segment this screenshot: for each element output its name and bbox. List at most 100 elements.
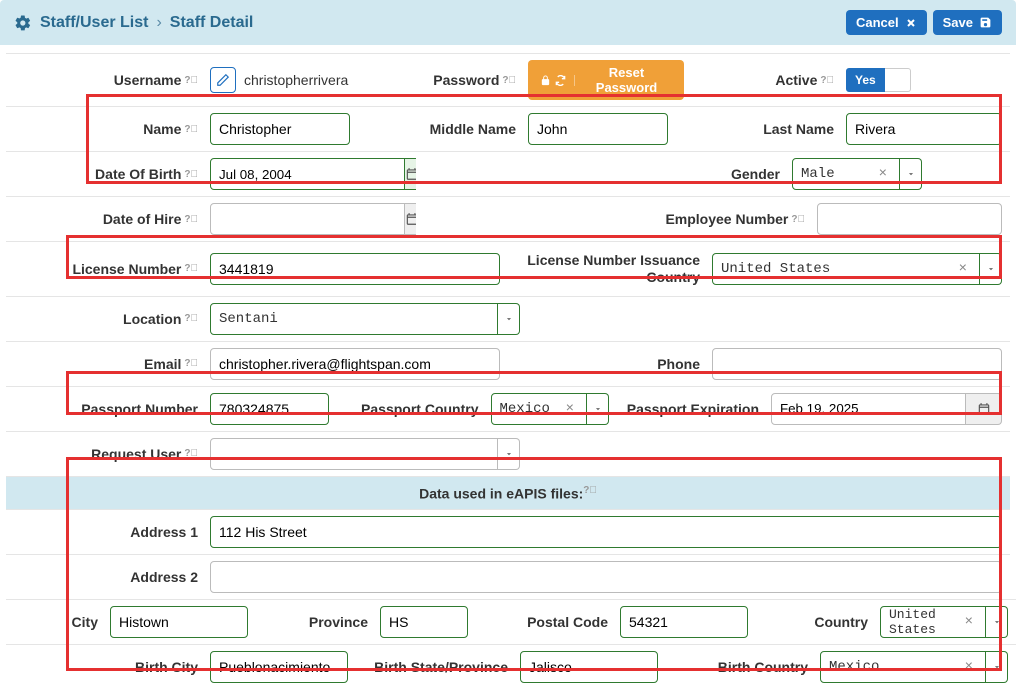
address2-input[interactable] — [210, 561, 1002, 593]
active-toggle[interactable]: Yes — [846, 68, 911, 92]
page-header: Staff/User List › Staff Detail Cancel Sa… — [0, 0, 1016, 45]
email-input[interactable] — [210, 348, 500, 380]
close-icon — [905, 17, 917, 29]
label-name: Name?⃝ — [6, 106, 206, 151]
row-license: License Number?⃝ License Number Issuance… — [6, 241, 1010, 296]
help-icon[interactable]: ?⃝ — [583, 485, 597, 496]
toggle-yes-label: Yes — [846, 68, 885, 92]
clear-icon[interactable]: × — [961, 614, 977, 630]
label-gender: Gender — [638, 151, 788, 196]
birth-state-input[interactable] — [520, 651, 658, 683]
reset-password-button[interactable]: Reset Password — [528, 60, 684, 100]
request-user-caret[interactable] — [498, 438, 520, 470]
clear-icon[interactable]: × — [875, 166, 891, 182]
phone-input[interactable] — [712, 348, 1002, 380]
help-icon[interactable]: ?⃝ — [184, 214, 198, 225]
country-select[interactable]: United States× — [880, 606, 986, 638]
eapis-section-header: Data used in eAPIS files:?⃝ — [6, 476, 1010, 510]
passport-number-input[interactable] — [210, 393, 329, 425]
help-icon[interactable]: ?⃝ — [184, 169, 198, 180]
clear-icon[interactable]: × — [562, 401, 578, 417]
breadcrumb-link-list[interactable]: Staff/User List — [40, 14, 148, 32]
label-email: Email?⃝ — [6, 341, 206, 386]
employee-number-input[interactable] — [817, 203, 1002, 235]
last-name-input[interactable] — [846, 113, 1002, 145]
help-icon[interactable]: ?⃝ — [184, 313, 198, 324]
row-name: Name?⃝ Middle Name Last Name — [6, 106, 1010, 151]
middle-name-input[interactable] — [528, 113, 668, 145]
label-username: Username?⃝ — [6, 53, 206, 106]
birth-country-caret[interactable] — [986, 651, 1008, 683]
calendar-icon — [977, 402, 991, 416]
license-country-caret[interactable] — [980, 253, 1002, 285]
help-icon[interactable]: ?⃝ — [184, 358, 198, 369]
chevron-down-icon — [992, 662, 1002, 672]
chevron-down-icon — [504, 314, 514, 324]
chevron-down-icon — [593, 404, 603, 414]
label-employee-number: Employee Number?⃝ — [613, 196, 813, 241]
dob-input[interactable] — [210, 158, 405, 190]
address1-input[interactable] — [210, 516, 1002, 548]
label-license-number: License Number?⃝ — [6, 241, 206, 296]
save-icon — [979, 16, 992, 29]
chevron-down-icon — [992, 617, 1002, 627]
label-location: Location?⃝ — [6, 296, 206, 341]
pencil-icon — [216, 73, 230, 87]
label-address2: Address 2 — [6, 554, 206, 599]
city-input[interactable] — [110, 606, 248, 638]
gender-select[interactable]: Male× — [792, 158, 900, 190]
row-city: City Province Postal Code Country United… — [6, 599, 1010, 644]
cell-password: Reset Password — [524, 53, 692, 106]
gear-icon[interactable] — [14, 14, 32, 32]
clear-icon[interactable]: × — [961, 659, 977, 675]
name-input[interactable] — [210, 113, 350, 145]
label-license-country: License Number Issuance Country — [508, 241, 708, 296]
help-icon[interactable]: ?⃝ — [502, 75, 516, 86]
label-active: Active?⃝ — [692, 53, 842, 106]
save-button[interactable]: Save — [933, 10, 1002, 35]
license-number-input[interactable] — [210, 253, 500, 285]
row-request-user: Request User?⃝ — [6, 431, 1010, 476]
label-birth-city: Birth City — [6, 644, 206, 689]
chevron-down-icon — [986, 264, 996, 274]
row-username: Username?⃝ christopherrivera Password?⃝ … — [6, 53, 1010, 106]
location-select[interactable]: Sentani — [210, 303, 498, 335]
license-country-select[interactable]: United States× — [712, 253, 980, 285]
passport-country-caret[interactable] — [587, 393, 609, 425]
row-passport: Passport Number Passport Country Mexico×… — [6, 386, 1010, 431]
breadcrumb-separator: › — [156, 14, 161, 32]
province-input[interactable] — [380, 606, 468, 638]
location-caret[interactable] — [498, 303, 520, 335]
reset-password-label: Reset Password — [581, 65, 672, 95]
birth-country-select[interactable]: Mexico× — [820, 651, 986, 683]
label-phone: Phone — [508, 341, 708, 386]
help-icon[interactable]: ?⃝ — [820, 75, 834, 86]
save-label: Save — [943, 15, 973, 30]
row-hire: Date of Hire?⃝ Employee Number?⃝ — [6, 196, 1010, 241]
passport-expiration-input[interactable] — [771, 393, 966, 425]
birth-city-input[interactable] — [210, 651, 348, 683]
row-address1: Address 1 — [6, 509, 1010, 554]
postal-code-input[interactable] — [620, 606, 748, 638]
help-icon[interactable]: ?⃝ — [184, 263, 198, 274]
edit-username-button[interactable] — [210, 67, 236, 93]
row-address2: Address 2 — [6, 554, 1010, 599]
passport-calendar-button[interactable] — [966, 393, 1002, 425]
label-passport-number: Passport Number — [6, 386, 206, 431]
row-dob: Date Of Birth?⃝ Gender Male× — [6, 151, 1010, 196]
gender-caret[interactable] — [900, 158, 922, 190]
cancel-button[interactable]: Cancel — [846, 10, 927, 35]
staff-detail-form: Username?⃝ christopherrivera Password?⃝ … — [0, 45, 1016, 697]
help-icon[interactable]: ?⃝ — [184, 448, 198, 459]
help-icon[interactable]: ?⃝ — [791, 214, 805, 225]
label-passport-country: Passport Country — [337, 386, 487, 431]
help-icon[interactable]: ?⃝ — [184, 75, 198, 86]
clear-icon[interactable]: × — [955, 261, 971, 277]
label-province: Province — [256, 599, 376, 644]
passport-country-select[interactable]: Mexico× — [491, 393, 588, 425]
breadcrumb-current: Staff Detail — [170, 14, 254, 32]
country-caret[interactable] — [986, 606, 1008, 638]
request-user-select[interactable] — [210, 438, 498, 470]
help-icon[interactable]: ?⃝ — [184, 124, 198, 135]
date-of-hire-input[interactable] — [210, 203, 405, 235]
